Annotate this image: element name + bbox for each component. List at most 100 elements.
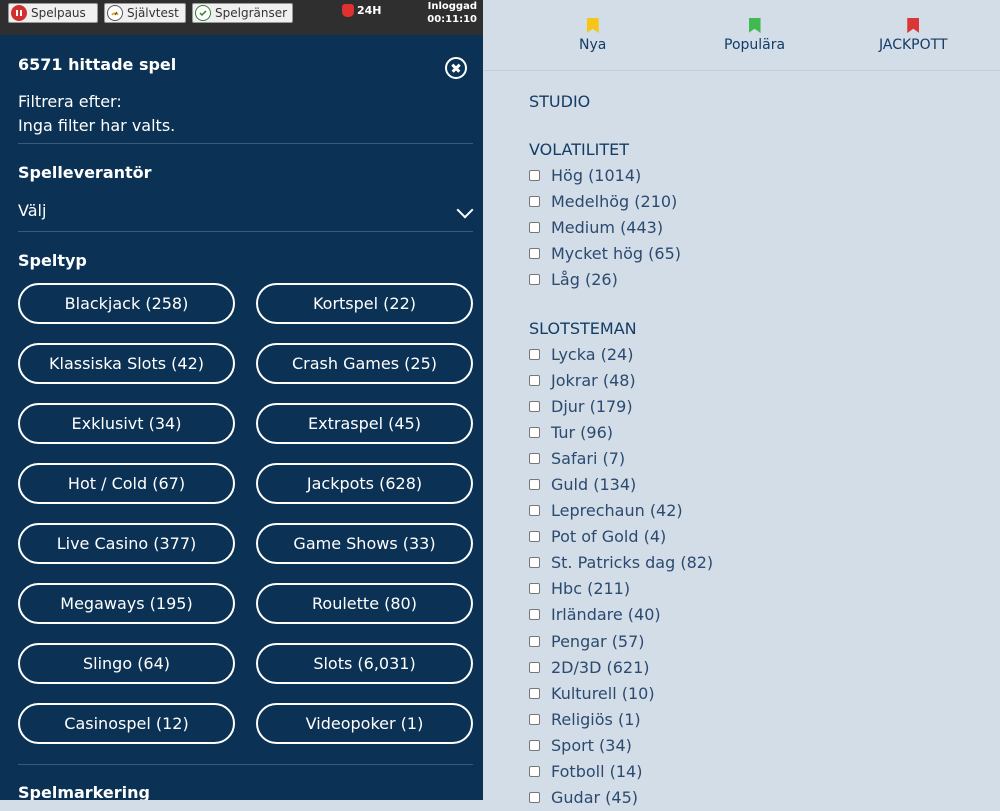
list-item[interactable]: Medelhög (210) (529, 188, 681, 214)
provider-select[interactable]: Välj (18, 201, 474, 225)
list-item[interactable]: Djur (179) (529, 393, 713, 419)
tab-populara[interactable]: Populära (724, 18, 785, 53)
game-type-grid: Blackjack (258) Kortspel (22) Klassiska … (18, 283, 473, 744)
checkbox[interactable] (529, 713, 540, 725)
close-icon[interactable] (445, 57, 467, 79)
checkbox[interactable] (529, 557, 540, 569)
checkbox[interactable] (529, 792, 540, 804)
checkbox[interactable] (529, 531, 540, 543)
checkbox[interactable] (529, 400, 540, 412)
checkbox[interactable] (529, 169, 540, 181)
list-item[interactable]: 2D/3D (621) (529, 654, 713, 680)
item-label: Safari (7) (551, 448, 626, 468)
list-item[interactable]: St. Patricks dag (82) (529, 550, 713, 576)
item-label: Mycket hög (65) (551, 243, 681, 263)
list-item[interactable]: Medium (443) (529, 214, 681, 240)
checkbox[interactable] (529, 273, 540, 285)
checkbox[interactable] (529, 766, 540, 778)
list-item[interactable]: Tur (96) (529, 419, 713, 445)
item-label: Pengar (57) (551, 631, 645, 651)
game-type-pill[interactable]: Crash Games (25) (256, 343, 473, 384)
game-type-pill[interactable]: Slingo (64) (18, 643, 235, 684)
game-type-pill[interactable]: Kortspel (22) (256, 283, 473, 324)
item-label: Religiös (1) (551, 709, 641, 729)
list-item[interactable]: Sport (34) (529, 732, 713, 758)
game-type-pill[interactable]: Live Casino (377) (18, 523, 235, 564)
item-label: Leprechaun (42) (551, 501, 683, 521)
provider-select-value: Välj (18, 201, 47, 220)
sjalvtest-label: Självtest (127, 6, 179, 20)
divider (18, 143, 473, 144)
checkbox[interactable] (529, 221, 540, 233)
item-label: Låg (26) (551, 269, 618, 289)
checkbox[interactable] (529, 661, 540, 673)
checkbox[interactable] (529, 635, 540, 647)
pause-icon (11, 5, 27, 21)
item-label: Hbc (211) (551, 579, 631, 599)
item-label: Medelhög (210) (551, 191, 678, 211)
game-type-pill[interactable]: Megaways (195) (18, 583, 235, 624)
tab-label: Populära (724, 37, 786, 53)
list-item[interactable]: Leprechaun (42) (529, 498, 713, 524)
list-item[interactable]: Låg (26) (529, 266, 681, 292)
themes-heading: SLOTSTEMAN (529, 319, 637, 338)
spelgranser-button[interactable]: Spelgränser (192, 3, 293, 23)
game-type-pill[interactable]: Exklusivt (34) (18, 403, 235, 444)
game-type-pill[interactable]: Extraspel (45) (256, 403, 473, 444)
category-panel: Nya Populära JACKPOTT STUDIO VOLATILITET… (483, 0, 1000, 807)
limit-24h[interactable]: 24H (342, 4, 382, 17)
checkbox[interactable] (529, 505, 540, 517)
item-label: Hög (1014) (551, 165, 642, 185)
checkbox[interactable] (529, 348, 540, 360)
list-item[interactable]: Safari (7) (529, 445, 713, 471)
volatility-list: Hög (1014) Medelhög (210) Medium (443) M… (529, 162, 681, 292)
list-item[interactable]: Jokrar (48) (529, 367, 713, 393)
studio-heading[interactable]: STUDIO (529, 92, 590, 111)
spelpaus-button[interactable]: Spelpaus (8, 3, 98, 23)
list-item[interactable]: Religiös (1) (529, 706, 713, 732)
list-item[interactable]: Kulturell (10) (529, 680, 713, 706)
list-item[interactable]: Irländare (40) (529, 602, 713, 628)
limits-icon (195, 5, 211, 21)
login-timer: 00:11:10 (427, 14, 477, 25)
chevron-down-icon (456, 201, 474, 219)
list-item[interactable]: Mycket hög (65) (529, 240, 681, 266)
item-label: Pot of Gold (4) (551, 527, 667, 547)
game-type-pill[interactable]: Game Shows (33) (256, 523, 473, 564)
game-type-pill[interactable]: Klassiska Slots (42) (18, 343, 235, 384)
list-item[interactable]: Guld (134) (529, 471, 713, 497)
game-type-pill[interactable]: Casinospel (12) (18, 703, 235, 744)
list-item[interactable]: Hbc (211) (529, 576, 713, 602)
tab-nya[interactable]: Nya (579, 18, 606, 53)
checkbox[interactable] (529, 609, 540, 621)
checkbox[interactable] (529, 452, 540, 464)
game-type-pill[interactable]: Slots (6,031) (256, 643, 473, 684)
game-type-pill[interactable]: Blackjack (258) (18, 283, 235, 324)
game-type-pill[interactable]: Roulette (80) (256, 583, 473, 624)
checkbox[interactable] (529, 479, 540, 491)
tab-jackpott[interactable]: JACKPOTT (879, 18, 948, 53)
list-item[interactable]: Fotboll (14) (529, 759, 713, 785)
item-label: Gudar (45) (551, 788, 639, 808)
checkbox[interactable] (529, 426, 540, 438)
checkbox[interactable] (529, 247, 540, 259)
hand-icon (342, 4, 354, 17)
checkbox[interactable] (529, 687, 540, 699)
game-type-heading: Speltyp (18, 251, 87, 270)
list-item[interactable]: Pot of Gold (4) (529, 524, 713, 550)
sjalvtest-button[interactable]: Självtest (104, 3, 186, 23)
item-label: Irländare (40) (551, 605, 661, 625)
list-item[interactable]: Gudar (45) (529, 785, 713, 811)
checkbox[interactable] (529, 374, 540, 386)
checkbox[interactable] (529, 583, 540, 595)
game-type-pill[interactable]: Jackpots (628) (256, 463, 473, 504)
list-item[interactable]: Pengar (57) (529, 628, 713, 654)
item-label: Lycka (24) (551, 344, 634, 364)
checkbox[interactable] (529, 739, 540, 751)
checkbox[interactable] (529, 195, 540, 207)
list-item[interactable]: Hög (1014) (529, 162, 681, 188)
category-tabs: Nya Populära JACKPOTT (483, 0, 1000, 71)
game-type-pill[interactable]: Hot / Cold (67) (18, 463, 235, 504)
list-item[interactable]: Lycka (24) (529, 341, 713, 367)
game-type-pill[interactable]: Videopoker (1) (256, 703, 473, 744)
